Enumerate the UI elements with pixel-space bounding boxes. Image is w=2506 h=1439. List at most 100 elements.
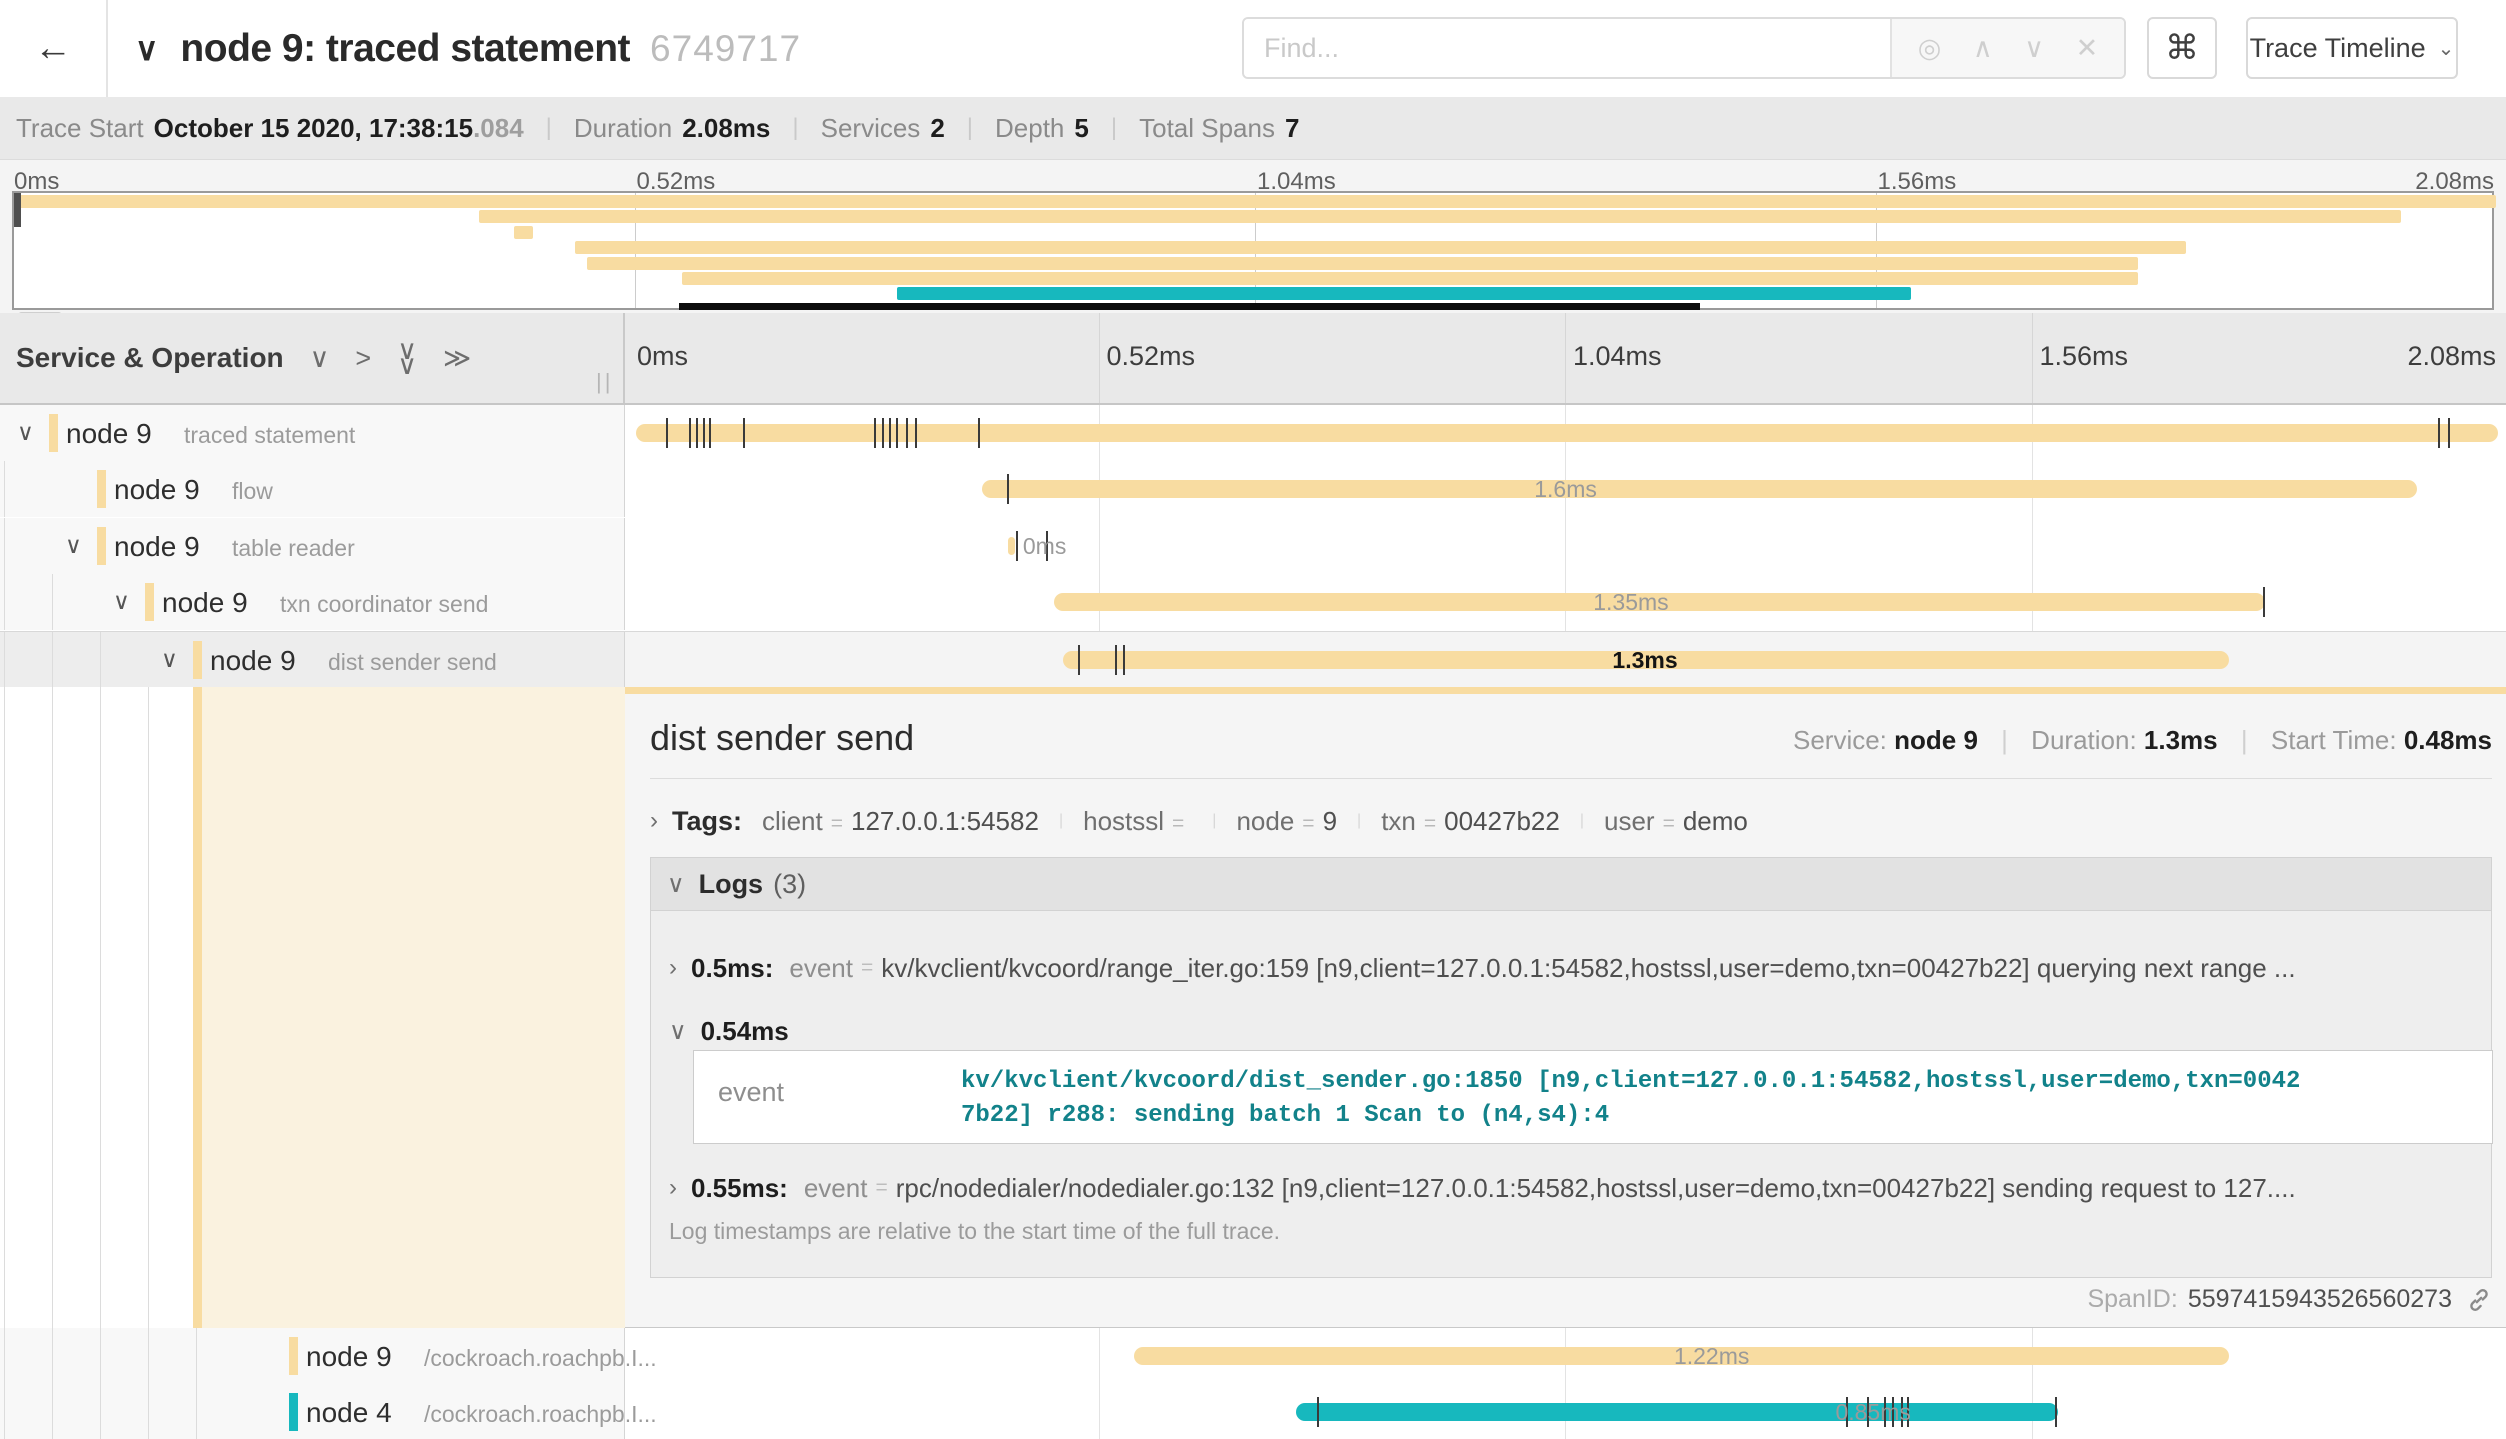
span-row[interactable]: ∨node 9table reader0ms <box>0 518 2506 574</box>
span-name-cell[interactable]: node 9/cockroach.roachpb.I... <box>0 1328 625 1384</box>
find-group: ◎ ∧ ∨ ✕ <box>1242 17 2126 79</box>
log-marker-tick <box>2263 587 2265 617</box>
span-track-cell[interactable]: 0ms <box>625 518 2506 574</box>
next-result-icon[interactable]: ∨ <box>2024 33 2044 64</box>
span-row[interactable]: ∨node 9traced statement <box>0 405 2506 461</box>
log-marker-tick <box>882 418 884 448</box>
span-name-cell[interactable]: ∨node 9table reader <box>0 518 625 574</box>
minimap-canvas[interactable] <box>12 191 2494 310</box>
span-track-cell[interactable]: 1.35ms <box>625 574 2506 630</box>
span-track-cell[interactable]: 1.22ms <box>625 1328 2506 1384</box>
span-duration-label: 1.6ms <box>1534 476 1597 503</box>
chevron-down-icon[interactable]: ∨ <box>113 588 130 615</box>
tree-guide-line <box>100 1384 101 1439</box>
tags-toggle-row[interactable]: › Tags: client=127.0.0.1:54582|hostssl=|… <box>650 799 2492 843</box>
separator: | <box>1357 812 1361 830</box>
chevron-down-icon[interactable]: ∨ <box>65 532 82 559</box>
tree-guide-line <box>52 687 53 1328</box>
operation-name: table reader <box>232 535 355 562</box>
operation-name: traced statement <box>184 422 355 449</box>
equals-sign: = <box>1663 812 1675 835</box>
separator: | <box>2241 725 2248 755</box>
selected-span-color-bar <box>193 687 202 1328</box>
span-name-cell[interactable]: ∨node 9traced statement <box>0 405 625 461</box>
span-row[interactable]: node 9/cockroach.roachpb.I... 1.22ms <box>0 1328 2506 1384</box>
log-timestamp: 0.55ms: <box>691 1173 788 1204</box>
log-marker-tick <box>2438 418 2440 448</box>
log-entry-row[interactable]: ›0.5ms:event=kv/kvclient/kvcoord/range_i… <box>669 948 2469 988</box>
prev-result-icon[interactable]: ∧ <box>1973 33 1993 64</box>
collapse-all-icon[interactable]: ∨∨ <box>397 343 417 373</box>
span-row[interactable]: ∨node 9dist sender send1.3ms <box>0 631 2506 687</box>
collapse-one-icon[interactable]: ∨ <box>310 345 330 372</box>
span-duration-bar[interactable] <box>1008 537 1015 555</box>
find-input[interactable] <box>1244 19 1892 77</box>
log-marker-tick <box>874 418 876 448</box>
minimap-scrubber[interactable] <box>679 303 1700 310</box>
tree-guide-line <box>4 632 5 687</box>
service-operation-title: Service & Operation <box>16 342 284 374</box>
timeline-tick-label: 0.52ms <box>1107 341 1196 372</box>
expand-one-icon[interactable]: > <box>355 345 371 372</box>
span-row[interactable]: node 9flow 1.6ms <box>0 461 2506 517</box>
log-entry-row[interactable]: ›0.55ms:event=rpc/nodedialer/nodedialer.… <box>669 1168 2469 1208</box>
span-duration-label: 1.35ms <box>1593 589 1668 616</box>
span-color-bar <box>289 1393 298 1431</box>
span-track-cell[interactable] <box>625 405 2506 461</box>
tree-guide-line <box>52 574 53 630</box>
deep-link-icon[interactable] <box>2466 1287 2492 1313</box>
tag-value: 127.0.0.1:54582 <box>851 806 1039 836</box>
span-color-bar <box>289 1337 298 1375</box>
timeline-header-gridline <box>1099 313 1100 403</box>
clear-find-icon[interactable]: ✕ <box>2076 33 2099 64</box>
equals-sign: = <box>1302 812 1314 835</box>
selected-span-tint <box>202 687 625 1328</box>
log-marker-tick <box>915 418 917 448</box>
span-detail-header[interactable]: dist sender send Service: node 9 | Durat… <box>650 717 2492 775</box>
chevron-down-icon: ∨ <box>669 1017 687 1046</box>
trace-title-row: ∨ node 9: traced statement 6749717 <box>135 0 801 97</box>
span-row[interactable]: ∨node 9txn coordinator send 1.35ms <box>0 574 2506 630</box>
tags-label: Tags: <box>672 806 742 837</box>
separator: | <box>1212 812 1216 830</box>
log-marker-tick <box>1016 531 1018 561</box>
operation-name: txn coordinator send <box>280 591 488 618</box>
expand-all-icon[interactable]: ≫ <box>443 345 471 372</box>
log-marker-tick <box>703 418 705 448</box>
column-resize-grip[interactable]: || <box>596 369 613 395</box>
equals-sign: = <box>875 1176 887 1200</box>
service-value: node 9 <box>1894 725 1978 755</box>
match-case-icon[interactable]: ◎ <box>1918 33 1942 64</box>
span-track-cell[interactable]: 1.6ms <box>625 461 2506 517</box>
span-duration-bar[interactable] <box>1296 1403 2059 1421</box>
collapse-trace-icon[interactable]: ∨ <box>135 30 158 68</box>
tree-guide-line <box>100 1328 101 1384</box>
trace-page: ← ∨ node 9: traced statement 6749717 ◎ ∧… <box>0 0 2506 1439</box>
keyboard-shortcuts-button[interactable]: ⌘ <box>2147 17 2217 79</box>
span-name-cell[interactable]: node 9flow <box>0 461 625 517</box>
back-button[interactable]: ← <box>0 0 108 97</box>
minimap-span-bar <box>514 226 533 239</box>
span-name-cell[interactable]: ∨node 9dist sender send <box>0 632 625 687</box>
minimap-span-bar <box>479 210 2400 223</box>
chevron-down-icon[interactable]: ∨ <box>161 646 178 673</box>
separator: | <box>967 114 973 142</box>
log-marker-tick <box>906 418 908 448</box>
minimap-drag-handle[interactable] <box>14 193 21 227</box>
span-duration-label: 1.22ms <box>1674 1343 1749 1370</box>
span-track-cell[interactable]: 0.85ms <box>625 1384 2506 1439</box>
span-duration-bar[interactable] <box>982 480 2417 498</box>
summary-value: October 15 2020, 17:38:15 <box>154 113 473 144</box>
span-track-cell[interactable]: 1.3ms <box>625 632 2506 687</box>
log-entry-row[interactable]: ∨0.54ms <box>669 1011 2469 1051</box>
span-row[interactable]: node 4/cockroach.roachpb.I...0.85ms <box>0 1384 2506 1439</box>
tree-guide-line <box>4 518 5 574</box>
span-name-cell[interactable]: node 4/cockroach.roachpb.I... <box>0 1384 625 1439</box>
chevron-down-icon[interactable]: ∨ <box>17 419 34 446</box>
span-name-cell[interactable]: ∨node 9txn coordinator send <box>0 574 625 630</box>
trace-view-selector[interactable]: Trace Timeline ⌄ <box>2246 17 2458 79</box>
service-operation-header: Service & Operation ∨ > ∨∨ ≫ || <box>0 313 625 403</box>
minimap-span-bar <box>897 287 1911 300</box>
logs-toggle-header[interactable]: ∨ Logs (3) <box>651 858 2491 911</box>
operation-name: /cockroach.roachpb.I... <box>424 1401 657 1428</box>
